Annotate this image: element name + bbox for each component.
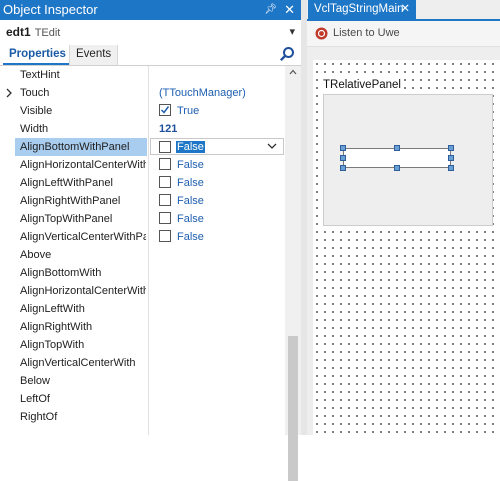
property-row[interactable]: AlignBottomWith: [0, 264, 285, 282]
property-row[interactable]: Above: [0, 246, 285, 264]
vertical-scrollbar[interactable]: [285, 66, 301, 481]
resize-handle[interactable]: [340, 165, 346, 171]
property-row[interactable]: AlignBottomWithPanel False: [0, 138, 285, 156]
property-name: AlignHorizontalCenterWithPanel: [20, 159, 146, 171]
property-value[interactable]: (TTouchManager): [159, 84, 246, 102]
pin-icon[interactable]: 📌︎: [264, 0, 277, 20]
property-grid: TextHint Touch (TTouchManager) Visible True W…: [0, 66, 285, 435]
property-name: AlignBottomWith: [20, 267, 102, 279]
property-name: AlignBottomWithPanel: [15, 138, 147, 156]
component-name: edt1: [6, 25, 31, 39]
property-name: LeftOf: [20, 393, 50, 405]
property-row[interactable]: AlignTopWith: [0, 336, 285, 354]
property-row[interactable]: Width 121: [0, 120, 285, 138]
scroll-up-icon[interactable]: [289, 69, 297, 75]
property-name: AlignRightWithPanel: [20, 195, 121, 207]
listen-label[interactable]: Listen to Uwe: [333, 21, 400, 46]
property-name: AlignTopWith: [20, 339, 85, 351]
property-row[interactable]: AlignLeftWithPanel False: [0, 174, 285, 192]
property-row[interactable]: Below: [0, 372, 285, 390]
resize-handle[interactable]: [394, 165, 400, 171]
scrollbar-thumb[interactable]: [288, 336, 298, 481]
property-value[interactable]: 121: [159, 120, 177, 138]
designer-toolbar: Listen to Uwe: [307, 21, 500, 47]
property-value[interactable]: True: [177, 102, 199, 120]
resize-handle[interactable]: [448, 155, 454, 161]
property-row[interactable]: AlignLeftWith: [0, 300, 285, 318]
property-value[interactable]: False: [176, 141, 205, 153]
designer-tab-label: VclTagStringMain: [314, 3, 404, 15]
property-value[interactable]: False: [177, 156, 204, 174]
property-value[interactable]: False: [177, 174, 204, 192]
property-name: TextHint: [20, 69, 60, 81]
tab-vcltagstringmain[interactable]: VclTagStringMain ✕: [308, 0, 416, 19]
property-checkbox[interactable]: [159, 176, 171, 188]
component-selector[interactable]: edt1 TEdit ▾: [0, 20, 301, 45]
property-name: Touch: [20, 87, 50, 99]
property-row[interactable]: AlignVerticalCenterWith: [0, 354, 285, 372]
property-name: Above: [20, 249, 52, 261]
property-name: RightOf: [20, 411, 58, 423]
resize-handle[interactable]: [340, 145, 346, 151]
property-checkbox[interactable]: [159, 194, 171, 206]
property-checkbox[interactable]: [159, 158, 171, 170]
property-row[interactable]: LeftOf: [0, 390, 285, 408]
property-row[interactable]: Touch (TTouchManager): [0, 84, 285, 102]
property-name: AlignVerticalCenterWith: [20, 357, 136, 369]
property-row[interactable]: AlignRightWithPanel False: [0, 192, 285, 210]
property-value-editor[interactable]: False: [150, 138, 284, 155]
resize-handle[interactable]: [394, 145, 400, 151]
chevron-down-icon[interactable]: [267, 142, 277, 150]
resize-handle[interactable]: [448, 145, 454, 151]
search-icon[interactable]: [279, 46, 295, 62]
property-name: Visible: [20, 105, 53, 117]
column-divider[interactable]: [148, 66, 149, 435]
property-checkbox[interactable]: [159, 104, 171, 116]
inspector-title-bar: Object Inspector 📌︎ ✕: [0, 0, 301, 20]
property-name: Width: [20, 123, 49, 135]
property-row[interactable]: TextHint: [0, 66, 285, 84]
property-name: AlignVerticalCenterWithPanel: [20, 231, 146, 243]
inspector-tabs: Properties Events: [0, 45, 301, 66]
checkmark-icon: [160, 106, 170, 114]
tab-properties[interactable]: Properties: [3, 45, 72, 65]
property-row[interactable]: AlignTopWithPanel False: [0, 210, 285, 228]
property-row[interactable]: AlignVerticalCenterWithPanel False: [0, 228, 285, 246]
property-value[interactable]: False: [177, 192, 204, 210]
property-value[interactable]: False: [177, 228, 204, 246]
property-name: AlignLeftWithPanel: [20, 177, 113, 189]
property-row[interactable]: Visible True: [0, 102, 285, 120]
property-checkbox[interactable]: [159, 230, 171, 242]
property-name: Below: [20, 375, 50, 387]
property-value[interactable]: False: [177, 210, 204, 228]
tab-events[interactable]: Events: [69, 45, 119, 65]
resize-handle[interactable]: [340, 155, 346, 161]
close-tab-icon[interactable]: ✕: [400, 0, 410, 19]
chevron-down-icon[interactable]: ▾: [289, 20, 295, 45]
inspector-title: Object Inspector: [3, 2, 98, 17]
property-checkbox[interactable]: [159, 141, 171, 153]
property-name: AlignLeftWith: [20, 303, 85, 315]
property-name: AlignHorizontalCenterWith: [20, 285, 146, 297]
expand-chevron-icon[interactable]: [5, 88, 13, 98]
resize-handle[interactable]: [448, 165, 454, 171]
listen-icon[interactable]: [315, 27, 328, 40]
property-name: AlignRightWith: [20, 321, 93, 333]
property-checkbox[interactable]: [159, 212, 171, 224]
component-type: TEdit: [34, 27, 61, 39]
property-row[interactable]: RightOf: [0, 408, 285, 426]
panel-label: TRelativePanel: [322, 79, 402, 91]
property-row[interactable]: AlignHorizontalCenterWith: [0, 282, 285, 300]
property-row[interactable]: AlignHorizontalCenterWithPanel False: [0, 156, 285, 174]
close-icon[interactable]: ✕: [284, 0, 295, 20]
property-row[interactable]: AlignRightWith: [0, 318, 285, 336]
property-name: AlignTopWithPanel: [20, 213, 113, 225]
object-inspector: Object Inspector 📌︎ ✕ edt1 TEdit ▾ Proper…: [0, 0, 301, 481]
